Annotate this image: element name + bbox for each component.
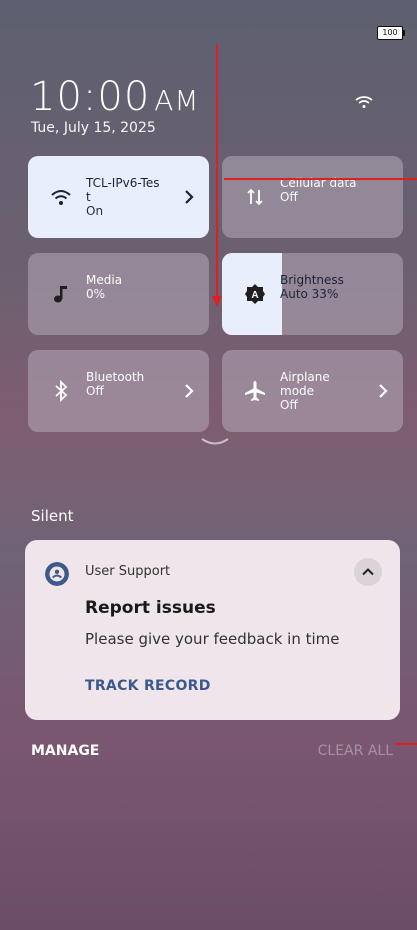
tile-media-state: 0%	[86, 287, 106, 301]
tile-media-text: Media 0%	[86, 273, 122, 301]
tile-brightness-name: Brightness	[280, 273, 344, 287]
tile-bluetooth-name: Bluetooth	[86, 370, 145, 384]
tile-media[interactable]: Media 0%	[28, 253, 209, 335]
user-support-app-icon	[45, 562, 69, 586]
brightness-auto-icon: A	[245, 284, 265, 304]
tile-airplane-mode[interactable]: Airplane mode Off	[222, 350, 403, 432]
tile-airplane-text: Airplane mode Off	[280, 370, 330, 412]
wifi-status-icon	[355, 96, 373, 108]
tile-airplane-name-2: mode	[280, 384, 315, 398]
tile-bluetooth-state: Off	[86, 384, 104, 398]
clock: 10:00 AM	[30, 74, 200, 120]
tile-bluetooth-text: Bluetooth Off	[86, 370, 144, 398]
annotation-arrow-head	[212, 296, 222, 307]
bluetooth-icon	[55, 380, 68, 402]
battery-indicator: 100	[377, 26, 405, 40]
clock-time: 10:00	[30, 74, 151, 120]
tile-media-name: Media	[86, 273, 123, 287]
manage-button[interactable]: MANAGE	[31, 743, 99, 759]
clock-ampm: AM	[154, 84, 200, 117]
clear-all-button[interactable]: CLEAR ALL	[318, 743, 393, 759]
tile-wifi-state: On	[86, 204, 104, 218]
tile-cellular-name: Cellular data	[280, 176, 357, 190]
cellular-data-icon	[247, 188, 263, 206]
notification-app-name: User Support	[85, 564, 171, 579]
svg-text:A: A	[251, 290, 258, 301]
music-note-icon	[54, 286, 67, 303]
airplane-icon	[245, 381, 265, 401]
tile-wifi[interactable]: TCL-IPv6-Tes t On	[28, 156, 209, 238]
tile-airplane-state: Off	[280, 398, 298, 412]
tile-brightness-state: Auto 33%	[280, 287, 339, 301]
chevron-up-icon[interactable]	[354, 558, 382, 586]
tile-cellular-text: Cellular data Off	[280, 176, 357, 204]
annotation-overlay	[212, 44, 417, 745]
chevron-right-icon[interactable]	[183, 382, 195, 400]
notification-card[interactable]: User Support Report issues Please give y…	[25, 540, 400, 720]
tile-wifi-name-2: t	[86, 190, 91, 204]
tile-airplane-name-1: Airplane	[280, 370, 330, 384]
expand-panel-handle-icon[interactable]	[200, 436, 230, 448]
tile-wifi-text: TCL-IPv6-Tes t On	[86, 176, 159, 218]
section-label-silent: Silent	[31, 507, 74, 525]
tile-brightness[interactable]: A Brightness Auto 33%	[222, 253, 403, 335]
notification-title: Report issues	[85, 598, 216, 618]
notification-body: Please give your feedback in time	[85, 630, 340, 648]
tile-brightness-text: Brightness Auto 33%	[280, 273, 344, 301]
tile-bluetooth[interactable]: Bluetooth Off	[28, 350, 209, 432]
date-label: Tue, July 15, 2025	[31, 120, 156, 136]
chevron-right-icon[interactable]	[377, 382, 389, 400]
tile-cellular-data[interactable]: Cellular data Off	[222, 156, 403, 238]
track-record-button[interactable]: TRACK RECORD	[85, 678, 211, 694]
wifi-icon	[51, 190, 71, 205]
tile-cellular-state: Off	[280, 190, 298, 204]
chevron-right-icon[interactable]	[183, 188, 195, 206]
tile-wifi-name-1: TCL-IPv6-Tes	[86, 176, 160, 190]
